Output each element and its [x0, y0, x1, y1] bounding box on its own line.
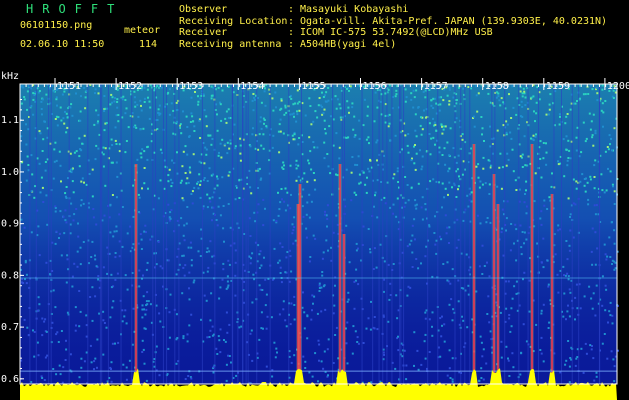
info-row-observer: Observer : Masayuki Kobayashi: [179, 4, 607, 16]
freq-tick-label: 1.0: [1, 167, 19, 178]
spectrogram-svg: 1.11.00.90.80.70.61151115211531154115511…: [1, 78, 629, 400]
time-tick-label: 1156: [363, 81, 387, 92]
header-panel: HROFFT 06101150.png meteor 02.06.10 11:5…: [0, 0, 629, 78]
info-value: A504HB(yagi 4el): [300, 38, 397, 50]
info-row-antenna: Receiving antenna : A504HB(yagi 4el): [179, 39, 607, 51]
info-separator: :: [288, 15, 295, 27]
time-tick-label: 1155: [301, 81, 325, 92]
time-tick-label: 1200: [607, 81, 629, 92]
freq-tick-label: 0.8: [1, 270, 19, 281]
time-tick-label: 1157: [424, 81, 448, 92]
time-tick-label: 1159: [546, 81, 570, 92]
filename-label: 06101150.png: [20, 20, 93, 31]
info-value: ICOM IC-575 53.7492(@LCD)MHz USB: [300, 27, 493, 38]
info-separator: :: [288, 4, 295, 15]
info-key: Receiving Location: [179, 15, 288, 27]
freq-tick-label: 0.9: [1, 219, 19, 230]
datetime-label: 02.06.10 11:50: [20, 39, 105, 50]
spectrogram-plot: 1.11.00.90.80.70.61151115211531154115511…: [0, 78, 629, 400]
freq-tick-label: 1.1: [1, 115, 19, 126]
info-key: Observer: [179, 4, 228, 15]
meteor-label: meteor: [124, 25, 161, 36]
freq-tick-label: 0.7: [1, 322, 19, 333]
noise-wash: [20, 84, 617, 384]
info-key: Receiving antenna: [179, 38, 282, 50]
freq-tick-label: 0.6: [1, 374, 19, 385]
station-info-table: Observer : Masayuki Kobayashi Receiving …: [179, 4, 607, 50]
time-tick-label: 1154: [240, 81, 264, 92]
meteor-count: 114: [139, 39, 158, 50]
info-value: Masayuki Kobayashi: [300, 4, 409, 15]
app-title: HROFFT: [26, 2, 124, 16]
time-tick-label: 1158: [485, 81, 509, 92]
info-row-location: Receiving Location : Ogata-vill. Akita-P…: [179, 16, 607, 28]
info-separator: :: [288, 38, 295, 50]
info-separator: :: [288, 27, 295, 38]
info-value: Ogata-vill. Akita-Pref. JAPAN (139.9303E…: [300, 15, 608, 27]
info-row-receiver: Receiver : ICOM IC-575 53.7492(@LCD)MHz …: [179, 27, 607, 39]
info-key: Receiver: [179, 27, 228, 38]
